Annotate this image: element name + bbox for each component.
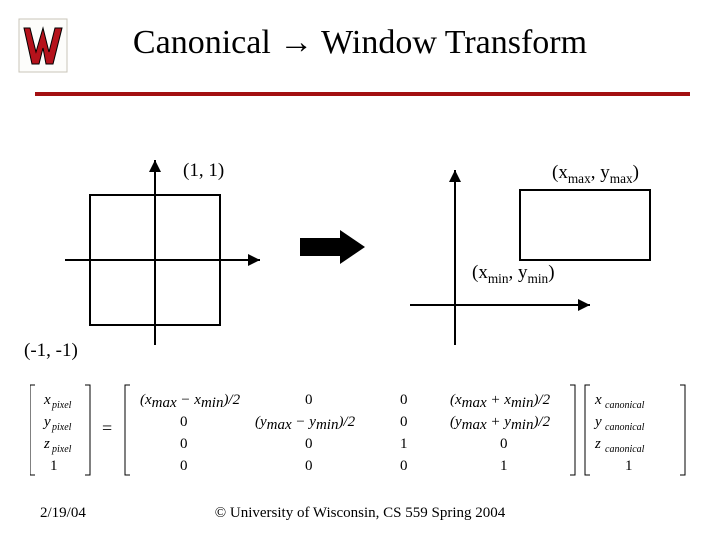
svg-text:(xmax + xmin)/2: (xmax + xmin)/2 — [450, 392, 551, 411]
svg-text:1: 1 — [400, 436, 408, 452]
svg-text:1: 1 — [500, 458, 508, 474]
svg-text:0: 0 — [305, 436, 313, 452]
svg-text:0: 0 — [305, 392, 313, 408]
svg-text:0: 0 — [400, 392, 408, 408]
svg-text:(ymax − ymin)/2: (ymax − ymin)/2 — [255, 414, 356, 433]
matrix-equation: x pixel y pixel z pixel 1 = (xmax − xmin… — [30, 380, 690, 480]
diagram-area: (1, 1) (-1, -1) (xmax, ymax) (xmin, ymin… — [0, 130, 720, 370]
svg-text:y: y — [593, 414, 602, 430]
slide-title: Canonical → Window Transform — [0, 24, 720, 62]
svg-text:(xmax − xmin)/2: (xmax − xmin)/2 — [140, 392, 241, 411]
svg-text:0: 0 — [180, 414, 188, 430]
svg-text:1: 1 — [625, 458, 633, 474]
svg-text:x: x — [43, 392, 51, 408]
svg-text:z: z — [43, 436, 50, 452]
svg-text:=: = — [102, 418, 112, 438]
footer-copyright: © University of Wisconsin, CS 559 Spring… — [0, 505, 720, 522]
svg-text:x: x — [594, 392, 602, 408]
svg-text:0: 0 — [180, 458, 188, 474]
label-xmin-ymin: (xmin, ymin) — [472, 262, 555, 287]
svg-text:canonical: canonical — [605, 422, 645, 433]
title-underline — [35, 92, 690, 96]
svg-text:0: 0 — [305, 458, 313, 474]
svg-text:pixel: pixel — [51, 422, 72, 433]
svg-text:0: 0 — [400, 414, 408, 430]
svg-text:(ymax + ymin)/2: (ymax + ymin)/2 — [450, 414, 551, 433]
svg-text:canonical: canonical — [605, 444, 645, 455]
svg-text:0: 0 — [500, 436, 508, 452]
label-xmax-ymax: (xmax, ymax) — [552, 162, 639, 187]
svg-text:canonical: canonical — [605, 400, 645, 411]
svg-text:pixel: pixel — [51, 400, 72, 411]
label-one-one: (1, 1) — [183, 160, 224, 182]
svg-text:y: y — [42, 414, 51, 430]
svg-text:z: z — [594, 436, 601, 452]
svg-text:pixel: pixel — [51, 444, 72, 455]
label-minus-one: (-1, -1) — [24, 340, 78, 362]
svg-text:0: 0 — [400, 458, 408, 474]
svg-text:0: 0 — [180, 436, 188, 452]
svg-text:1: 1 — [50, 458, 58, 474]
